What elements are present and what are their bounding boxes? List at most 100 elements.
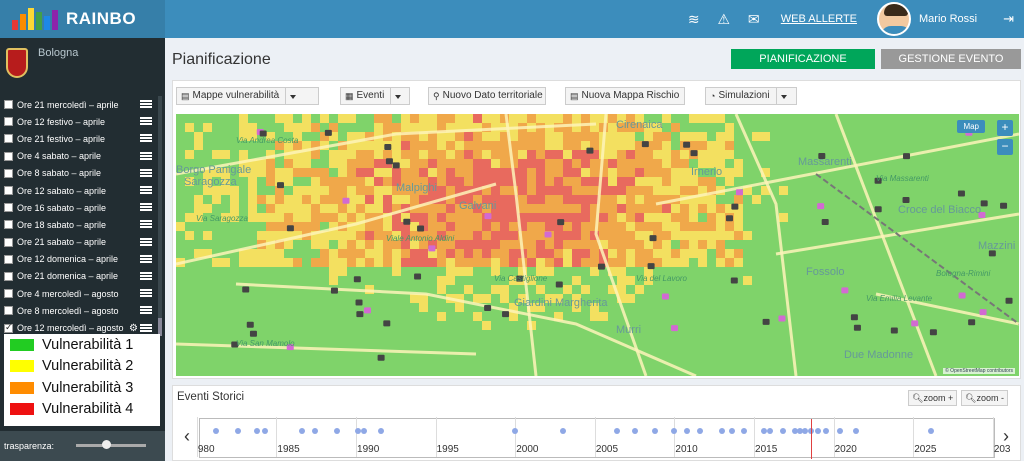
timeline-event-dot[interactable]	[766, 428, 773, 434]
map-marker-icon[interactable]	[246, 321, 254, 328]
map-marker-icon[interactable]	[377, 354, 385, 361]
timeline-event-dot[interactable]	[836, 428, 843, 434]
gear-icon[interactable]: ⚙	[129, 323, 138, 334]
map-marker-icon[interactable]	[356, 311, 364, 318]
map-marker-icon[interactable]	[853, 324, 861, 331]
layer-item[interactable]: Ore 8 sabato – aprile	[0, 165, 162, 182]
map-marker-icon[interactable]	[661, 293, 669, 300]
zoom-in-button[interactable]: +	[997, 120, 1013, 136]
map-layer-button[interactable]: Map	[957, 120, 985, 133]
timeline-event-dot[interactable]	[354, 428, 361, 434]
flood-icon[interactable]: ≋	[679, 11, 709, 28]
map-marker-icon[interactable]	[385, 158, 393, 165]
list-icon[interactable]	[140, 203, 152, 212]
list-icon[interactable]	[140, 151, 152, 161]
timeline-event-dot[interactable]	[760, 428, 767, 434]
map-marker-icon[interactable]	[1000, 202, 1008, 209]
layer-item[interactable]: Ore 8 mercoledì – agosto	[0, 302, 162, 319]
layer-checkbox[interactable]	[4, 289, 13, 299]
new-risk-map-button[interactable]: ▤ Nuova Mappa Rischio	[565, 87, 685, 105]
timeline-event-dot[interactable]	[814, 428, 821, 434]
list-icon[interactable]	[140, 134, 152, 143]
map-marker-icon[interactable]	[484, 213, 492, 220]
list-icon[interactable]	[140, 271, 152, 281]
map-marker-icon[interactable]	[403, 218, 411, 225]
map-marker-icon[interactable]	[957, 190, 965, 197]
timeline-event-dot[interactable]	[779, 428, 786, 434]
map-marker-icon[interactable]	[384, 143, 392, 150]
map-marker-icon[interactable]	[731, 203, 739, 210]
map-marker-icon[interactable]	[979, 309, 987, 316]
layer-checkbox[interactable]	[4, 203, 13, 213]
map-marker-icon[interactable]	[557, 219, 565, 226]
events-dropdown[interactable]: ▦ Eventi	[340, 87, 410, 105]
map-attribution[interactable]: © OpenStreetMap contributors	[943, 368, 1015, 374]
layer-item[interactable]: Ore 16 sabato – aprile	[0, 199, 162, 216]
map-marker-icon[interactable]	[778, 315, 786, 322]
warning-icon[interactable]: ⚠	[709, 11, 739, 28]
layer-checkbox[interactable]	[4, 237, 13, 247]
timeline-event-dot[interactable]	[262, 428, 269, 434]
map-marker-icon[interactable]	[330, 287, 338, 294]
vulnerability-maps-dropdown[interactable]: ▤ Mappe vulnerabilità	[176, 87, 319, 105]
timeline-event-dot[interactable]	[696, 428, 703, 434]
list-icon[interactable]	[140, 117, 152, 126]
app-logo[interactable]: RAINBO	[0, 0, 165, 38]
map-marker-icon[interactable]	[980, 200, 988, 207]
map-marker-icon[interactable]	[392, 162, 400, 169]
slider-handle[interactable]	[101, 440, 111, 449]
map-marker-icon[interactable]	[762, 318, 770, 325]
layer-checkbox[interactable]	[4, 254, 13, 264]
timeline-event-dot[interactable]	[671, 428, 678, 434]
timeline-event-dot[interactable]	[631, 428, 638, 434]
list-icon[interactable]	[140, 220, 152, 229]
map-marker-icon[interactable]	[249, 330, 257, 337]
web-allerte-link[interactable]: WEB ALLERTE	[781, 13, 857, 25]
map-marker-icon[interactable]	[383, 320, 391, 327]
map-marker-icon[interactable]	[417, 225, 425, 232]
map-marker-icon[interactable]	[911, 320, 919, 327]
map-marker-icon[interactable]	[355, 299, 363, 306]
chevron-right-icon[interactable]: ›	[996, 416, 1016, 456]
list-icon[interactable]	[140, 323, 152, 333]
map-marker-icon[interactable]	[586, 147, 594, 154]
map-marker-icon[interactable]	[730, 277, 738, 284]
layer-item[interactable]: Ore 12 sabato – aprile	[0, 182, 162, 199]
timeline-event-dot[interactable]	[741, 428, 748, 434]
list-icon[interactable]	[140, 100, 152, 109]
layer-checkbox[interactable]	[4, 220, 13, 230]
layer-list-scrollbar[interactable]	[158, 96, 162, 336]
map-marker-icon[interactable]	[968, 319, 976, 326]
layer-checkbox[interactable]	[4, 100, 13, 110]
layer-item[interactable]: Ore 4 sabato – aprile	[0, 148, 162, 165]
layer-item[interactable]: Ore 21 festivo – aprile	[0, 130, 162, 147]
list-icon[interactable]	[140, 289, 152, 298]
map-marker-icon[interactable]	[502, 311, 510, 318]
new-territorial-data-button[interactable]: ⚲ Nuovo Dato territoriale	[428, 87, 546, 105]
layer-checkbox[interactable]	[4, 168, 13, 178]
timeline-event-dot[interactable]	[927, 428, 934, 434]
map-marker-icon[interactable]	[821, 218, 829, 225]
timeline-event-dot[interactable]	[719, 428, 726, 434]
map-marker-icon[interactable]	[902, 196, 910, 203]
layer-checkbox[interactable]	[4, 271, 13, 281]
chevron-down-icon[interactable]	[390, 88, 404, 104]
map-marker-icon[interactable]	[817, 203, 825, 210]
map-marker-icon[interactable]	[841, 287, 849, 294]
map-marker-icon[interactable]	[342, 197, 350, 204]
layer-item[interactable]: Ore 21 mercoledì – aprile	[0, 96, 162, 113]
map-marker-icon[interactable]	[725, 215, 733, 222]
map-marker-icon[interactable]	[428, 245, 436, 252]
list-icon[interactable]	[140, 237, 152, 247]
layer-item[interactable]: Ore 21 sabato – aprile	[0, 234, 162, 251]
map-marker-icon[interactable]	[735, 189, 743, 196]
chevron-down-icon[interactable]	[285, 88, 299, 104]
layer-item[interactable]: Ore 12 festivo – aprile	[0, 113, 162, 130]
layer-checkbox[interactable]	[4, 151, 13, 161]
chevron-left-icon[interactable]: ‹	[177, 416, 197, 456]
timeline-event-dot[interactable]	[333, 428, 340, 434]
layer-item[interactable]: Ore 4 mercoledì – agosto	[0, 285, 162, 302]
layer-checkbox[interactable]	[4, 306, 13, 316]
map-marker-icon[interactable]	[958, 292, 966, 299]
map-marker-icon[interactable]	[484, 304, 492, 311]
